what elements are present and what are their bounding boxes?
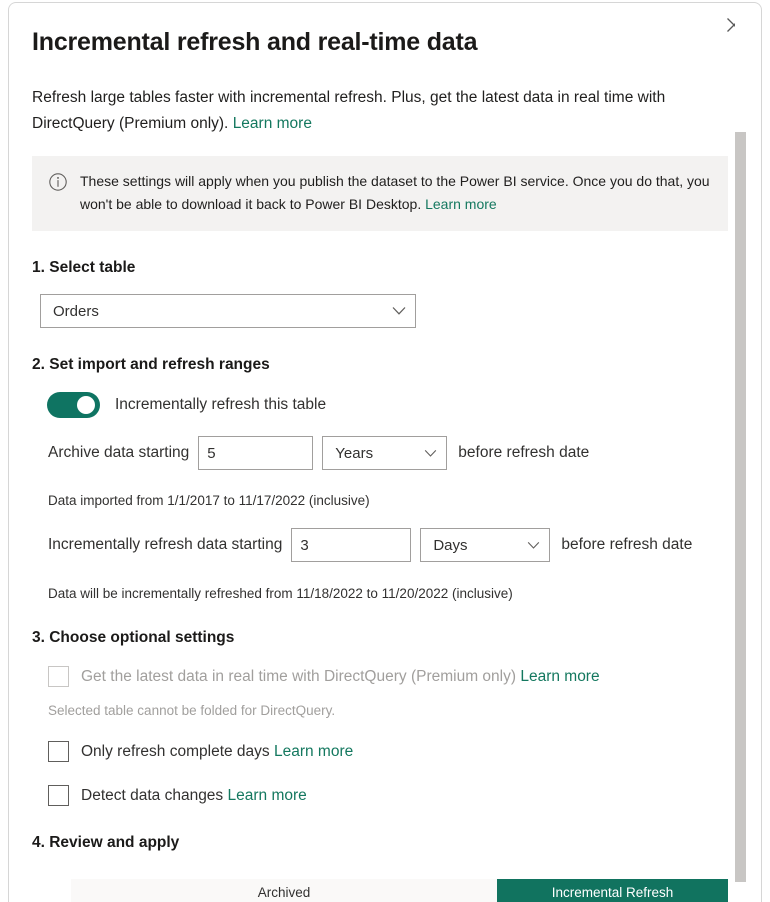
- incremental-range-label: Incrementally refresh data starting: [48, 536, 282, 554]
- step2-heading: 2. Set import and refresh ranges: [9, 328, 762, 374]
- chevron-down-icon-glyph: [424, 450, 437, 458]
- directquery-checkbox-row: Get the latest data in real time with Di…: [48, 666, 762, 687]
- intro-body: Refresh large tables faster with increme…: [32, 89, 665, 132]
- chevron-down-icon: [527, 537, 540, 554]
- directquery-checkbox: [48, 666, 69, 687]
- detect-changes-checkbox[interactable]: [48, 785, 69, 806]
- chevron-down-icon: [424, 445, 437, 462]
- info-banner: These settings will apply when you publi…: [32, 156, 728, 231]
- scrollbar-thumb[interactable]: [735, 132, 746, 882]
- archive-range-suffix: before refresh date: [458, 444, 589, 462]
- intro-learn-more-link[interactable]: Learn more: [233, 115, 312, 132]
- incremental-refresh-dialog: Incremental refresh and real-time data R…: [8, 2, 762, 902]
- incremental-unit-value: Days: [433, 537, 467, 554]
- archive-range-label: Archive data starting: [48, 444, 189, 462]
- step3-heading: 3. Choose optional settings: [9, 601, 762, 647]
- archive-range-hint: Data imported from 1/1/2017 to 11/17/202…: [48, 493, 762, 508]
- chevron-down-icon-glyph: [527, 542, 540, 550]
- archive-unit-dropdown[interactable]: Years: [322, 436, 447, 470]
- incremental-range-row: Incrementally refresh data starting Days…: [48, 528, 762, 562]
- page-title: Incremental refresh and real-time data: [9, 3, 762, 59]
- incremental-range-hint: Data will be incrementally refreshed fro…: [48, 586, 762, 601]
- incremental-refresh-toggle-row: Incrementally refresh this table: [47, 392, 762, 418]
- incremental-refresh-toggle[interactable]: [47, 392, 100, 418]
- table-select-value: Orders: [53, 303, 99, 320]
- directquery-note: Selected table cannot be folded for Dire…: [48, 703, 762, 718]
- archive-unit-value: Years: [335, 445, 373, 462]
- info-icon-glyph: [48, 172, 68, 192]
- incremental-range-suffix: before refresh date: [561, 536, 692, 554]
- directquery-label-text: Get the latest data in real time with Di…: [81, 668, 516, 685]
- directquery-checkbox-label: Get the latest data in real time with Di…: [81, 668, 600, 686]
- info-banner-text: These settings will apply when you publi…: [80, 170, 712, 216]
- dialog-content: Incremental refresh and real-time data R…: [9, 3, 762, 902]
- timeline-segment-archived: Archived: [71, 879, 497, 902]
- intro-text: Refresh large tables faster with increme…: [9, 59, 762, 137]
- incremental-amount-input[interactable]: [291, 528, 411, 562]
- table-select-dropdown[interactable]: Orders: [40, 294, 416, 328]
- detect-changes-checkbox-row: Detect data changes Learn more: [48, 785, 762, 806]
- detect-changes-checkbox-label: Detect data changes Learn more: [81, 787, 307, 805]
- complete-days-learn-more-link[interactable]: Learn more: [274, 743, 353, 760]
- detect-changes-label-text: Detect data changes: [81, 787, 223, 804]
- chevron-down-icon: [392, 303, 406, 320]
- complete-days-checkbox-label: Only refresh complete days Learn more: [81, 743, 353, 761]
- timeline-bar: Archived Incremental Refresh: [71, 879, 728, 902]
- directquery-learn-more-link[interactable]: Learn more: [520, 668, 599, 685]
- incremental-unit-dropdown[interactable]: Days: [420, 528, 550, 562]
- toggle-knob: [77, 396, 95, 414]
- banner-learn-more-link[interactable]: Learn more: [425, 196, 497, 212]
- info-banner-body: These settings will apply when you publi…: [80, 173, 710, 212]
- complete-days-checkbox-row: Only refresh complete days Learn more: [48, 741, 762, 762]
- step4-heading: 4. Review and apply: [9, 806, 762, 852]
- step1-heading: 1. Select table: [9, 231, 762, 277]
- complete-days-checkbox[interactable]: [48, 741, 69, 762]
- info-icon: [48, 172, 68, 192]
- archive-range-row: Archive data starting Years before refre…: [48, 436, 762, 470]
- detect-changes-learn-more-link[interactable]: Learn more: [228, 787, 307, 804]
- archive-amount-input[interactable]: [198, 436, 313, 470]
- incremental-refresh-toggle-label: Incrementally refresh this table: [115, 396, 326, 414]
- chevron-down-icon-glyph: [392, 307, 406, 316]
- refresh-timeline: Archived Incremental Refresh 5 years bef…: [9, 879, 762, 902]
- timeline-segment-incremental: Incremental Refresh: [497, 879, 728, 902]
- complete-days-label-text: Only refresh complete days: [81, 743, 270, 760]
